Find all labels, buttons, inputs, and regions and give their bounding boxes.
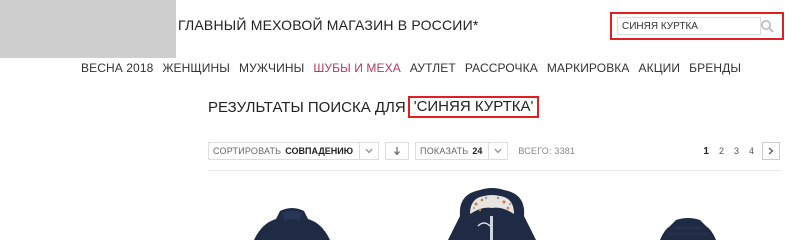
product-image[interactable] bbox=[250, 205, 334, 240]
chevron-right-icon bbox=[768, 147, 774, 155]
logo[interactable] bbox=[0, 0, 176, 58]
nav-item-brands[interactable]: БРЕНДЫ bbox=[689, 61, 741, 75]
product-image[interactable] bbox=[660, 216, 716, 240]
nav-item-promotions[interactable]: АКЦИИ bbox=[639, 61, 681, 75]
chevron-down-icon[interactable] bbox=[359, 143, 378, 159]
divider bbox=[208, 170, 782, 171]
show-label: ПОКАЗАТЬ bbox=[420, 146, 469, 156]
show-value: 24 bbox=[472, 146, 483, 156]
listing-toolbar: СОРТИРОВАТЬ СОВПАДЕНИЮ ПОКАЗАТЬ 24 ВСЕГО… bbox=[208, 142, 575, 160]
arrow-down-icon bbox=[394, 147, 400, 156]
nav-item-women[interactable]: ЖЕНЩИНЫ bbox=[162, 61, 230, 75]
results-title-prefix: РЕЗУЛЬТАТЫ ПОИСКА ДЛЯ bbox=[208, 98, 406, 116]
results-query: 'СИНЯЯ КУРТКА' bbox=[407, 96, 540, 118]
store-tagline: ГЛАВНЫЙ МЕХОВОЙ МАГАЗИН В РОССИИ* bbox=[178, 17, 479, 33]
page-title: РЕЗУЛЬТАТЫ ПОИСКА ДЛЯ 'СИНЯЯ КУРТКА' bbox=[208, 96, 540, 118]
sort-value: СОВПАДЕНИЮ bbox=[285, 146, 354, 156]
product-image[interactable] bbox=[440, 186, 544, 240]
nav-item-outlet[interactable]: АУТЛЕТ bbox=[410, 61, 456, 75]
sort-select[interactable]: СОРТИРОВАТЬ СОВПАДЕНИЮ bbox=[208, 142, 380, 160]
results-total: ВСЕГО: 3381 bbox=[518, 146, 576, 156]
nav-item-furs[interactable]: ШУБЫ И МЕХА bbox=[313, 61, 401, 75]
search-icon[interactable] bbox=[760, 19, 774, 33]
chevron-down-icon[interactable] bbox=[488, 143, 507, 159]
nav-item-labeling[interactable]: МАРКИРОВКА bbox=[547, 61, 630, 75]
nav-item-spring-2018[interactable]: ВЕСНА 2018 bbox=[81, 61, 153, 75]
sort-label: СОРТИРОВАТЬ bbox=[213, 146, 282, 156]
page-size-select[interactable]: ПОКАЗАТЬ 24 bbox=[415, 142, 509, 160]
next-page-button[interactable] bbox=[762, 142, 780, 160]
main-nav: ВЕСНА 2018 ЖЕНЩИНЫ МУЖЧИНЫ ШУБЫ И МЕХА А… bbox=[81, 61, 750, 75]
sort-direction-button[interactable] bbox=[385, 142, 410, 160]
search-input[interactable] bbox=[617, 17, 761, 35]
page-2[interactable]: 2 bbox=[719, 146, 724, 156]
nav-item-installments[interactable]: РАССРОЧКА bbox=[465, 61, 538, 75]
page-3[interactable]: 3 bbox=[734, 146, 739, 156]
page-4[interactable]: 4 bbox=[749, 146, 754, 156]
page-1[interactable]: 1 bbox=[703, 146, 709, 157]
pagination: 1 2 3 4 bbox=[693, 142, 780, 160]
search-box bbox=[610, 12, 784, 40]
nav-item-men[interactable]: МУЖЧИНЫ bbox=[239, 61, 304, 75]
